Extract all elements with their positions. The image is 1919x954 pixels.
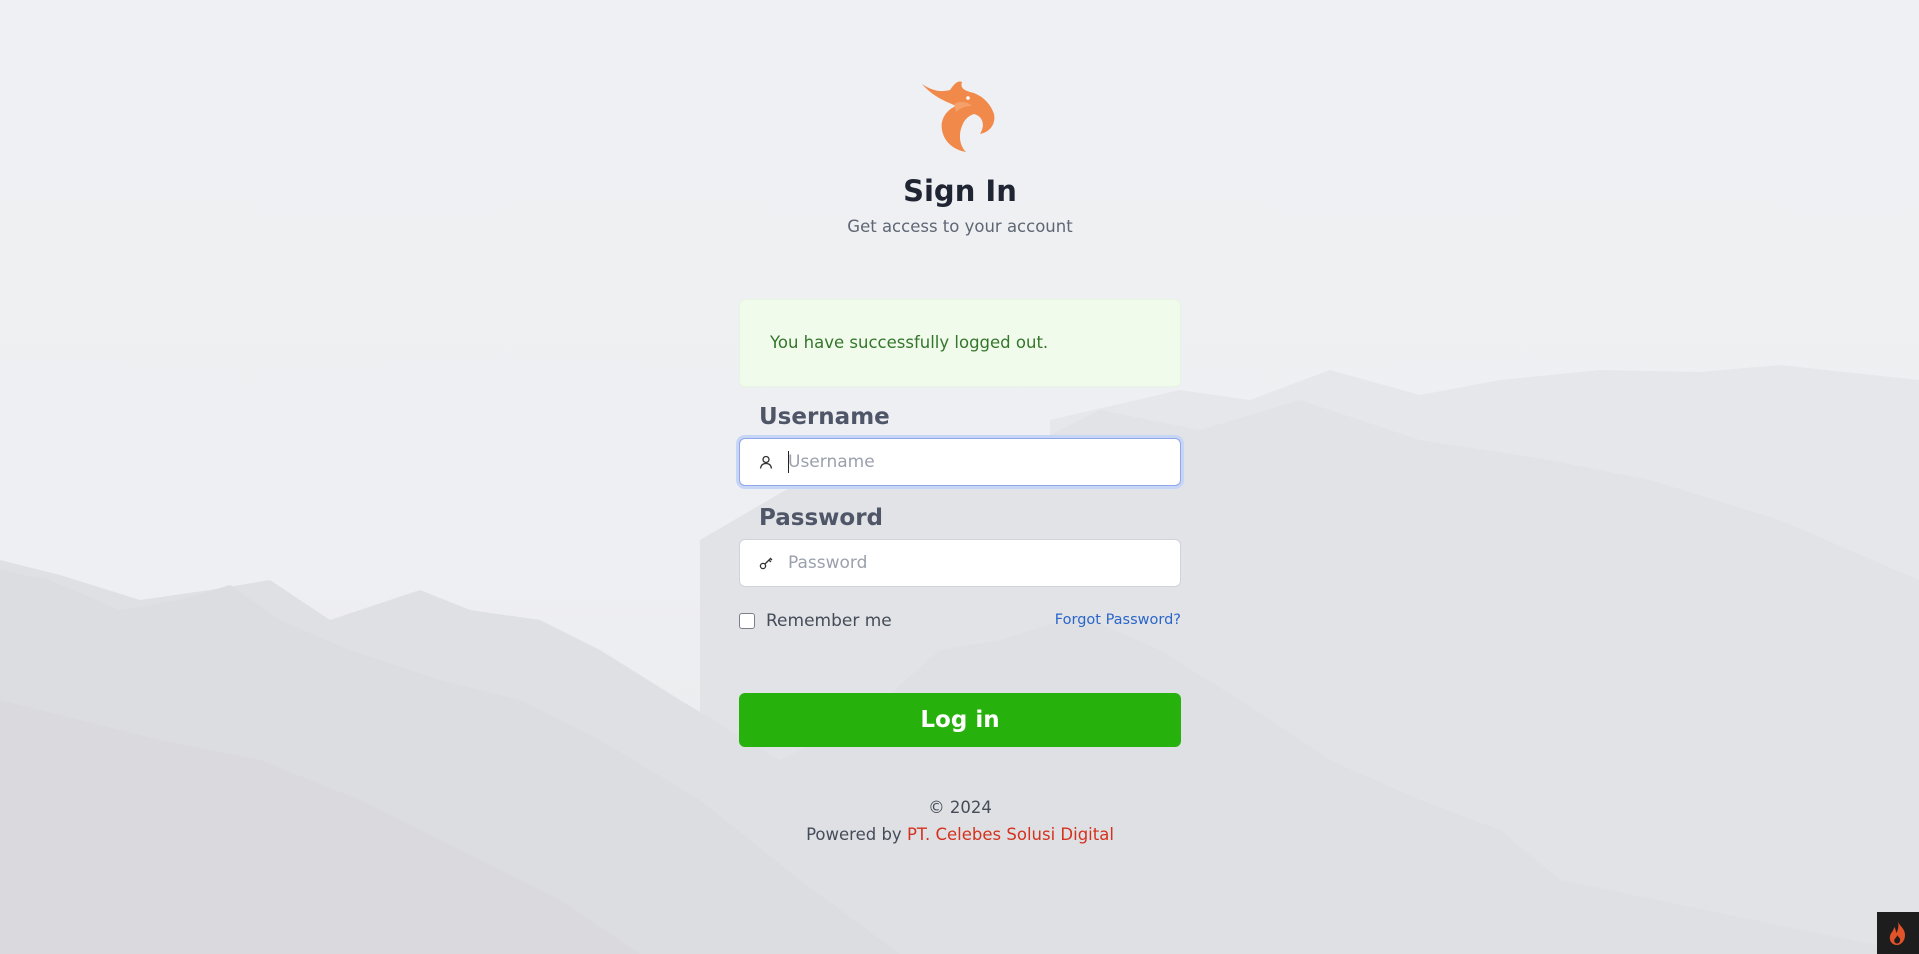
powered-by-prefix: Powered by xyxy=(806,825,907,844)
phoenix-logo-icon xyxy=(922,81,995,152)
username-input[interactable] xyxy=(788,439,1168,485)
logout-success-alert: You have successfully logged out. xyxy=(739,299,1181,387)
copyright-text: © 2024 xyxy=(928,798,992,817)
flame-icon xyxy=(1889,921,1905,945)
text-caret xyxy=(788,451,789,473)
login-page: Sign In Get access to your account You h… xyxy=(0,0,1919,954)
powered-by: Powered by PT. Celebes Solusi Digital xyxy=(739,825,1181,844)
forgot-password-link[interactable]: Forgot Password? xyxy=(1055,612,1181,628)
username-label: Username xyxy=(759,404,890,430)
alert-message: You have successfully logged out. xyxy=(770,333,1049,352)
password-label: Password xyxy=(759,505,883,531)
remember-me[interactable]: Remember me xyxy=(739,611,892,631)
debug-toolbar-button[interactable] xyxy=(1877,912,1919,954)
remember-me-checkbox[interactable] xyxy=(739,613,755,629)
remember-me-label[interactable]: Remember me xyxy=(766,611,892,631)
user-icon xyxy=(759,455,773,469)
login-button[interactable]: Log in xyxy=(739,693,1181,747)
company-link[interactable]: PT. Celebes Solusi Digital xyxy=(907,825,1114,844)
page-subtitle: Get access to your account xyxy=(847,217,1073,236)
key-icon xyxy=(759,557,773,570)
page-title: Sign In xyxy=(903,174,1017,208)
password-input[interactable] xyxy=(788,540,1168,586)
username-field[interactable] xyxy=(739,438,1181,486)
password-field[interactable] xyxy=(739,539,1181,587)
